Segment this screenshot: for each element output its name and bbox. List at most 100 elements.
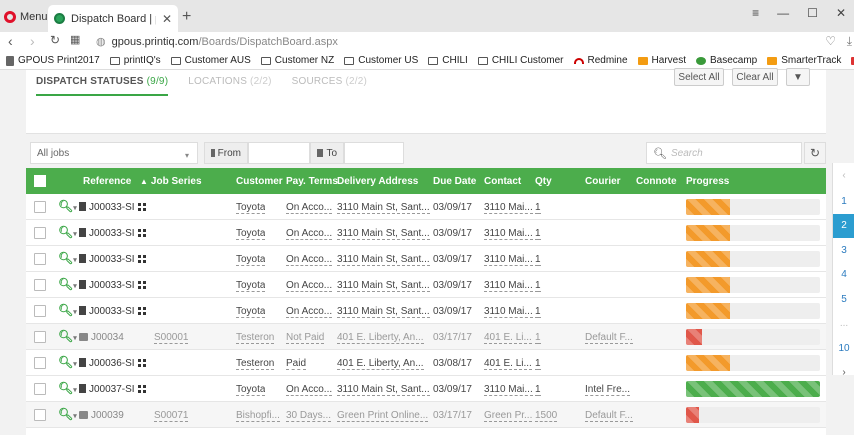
heart-icon[interactable]: ♡ xyxy=(825,34,836,48)
grid-view-icon[interactable] xyxy=(137,203,146,211)
pager-page[interactable]: 4 xyxy=(833,263,854,287)
table-row[interactable]: 🔍︎▾ J00037-SI Toyota On Acco... 3110 Main St… xyxy=(26,376,826,402)
forward-arrow-icon[interactable]: › xyxy=(30,33,35,49)
download-icon[interactable]: ⤓ xyxy=(847,34,852,49)
bookmark-item[interactable]: Basecamp xyxy=(695,55,757,66)
zoom-search-icon[interactable]: 🔍︎▾ xyxy=(58,407,77,421)
column-header-courier[interactable]: Courier xyxy=(585,176,621,187)
zoom-search-icon[interactable]: 🔍︎▾ xyxy=(58,199,77,213)
cell-delivery-address[interactable]: 3110 Main St, Sant... xyxy=(337,254,430,266)
table-row[interactable]: 🔍︎▾ J00033-SI Toyota On Acco... 3110 Main St… xyxy=(26,298,826,324)
cell-delivery-address[interactable]: 3110 Main St, Sant... xyxy=(337,228,430,240)
cell-customer[interactable]: Toyota xyxy=(236,202,266,214)
cell-delivery-address[interactable]: 401 E. Liberty, An... xyxy=(337,358,424,370)
cell-qty[interactable]: 1 xyxy=(535,254,541,266)
pager-page[interactable]: 3 xyxy=(833,238,854,262)
row-checkbox[interactable] xyxy=(34,305,46,317)
row-checkbox[interactable] xyxy=(34,227,46,239)
cell-contact[interactable]: 3110 Mai... xyxy=(484,384,533,396)
grid-view-icon[interactable] xyxy=(137,385,146,393)
bookmark-item[interactable]: Customer NZ xyxy=(260,55,334,66)
bookmark-item[interactable]: CHILI Customer xyxy=(477,55,564,66)
zoom-search-icon[interactable]: 🔍︎▾ xyxy=(58,251,77,265)
zoom-search-icon[interactable]: 🔍︎▾ xyxy=(58,329,77,343)
column-header-customer[interactable]: Customer xyxy=(236,176,283,187)
table-row[interactable]: 🔍︎▾ J00033-SI Toyota On Acco... 3110 Main St… xyxy=(26,272,826,298)
bookmark-item[interactable]: printIQ's xyxy=(109,55,161,66)
zoom-search-icon[interactable]: 🔍︎▾ xyxy=(58,225,77,239)
row-checkbox[interactable] xyxy=(34,383,46,395)
pager-page[interactable]: 2 xyxy=(833,213,854,238)
job-reference[interactable]: J00033-SI xyxy=(89,254,135,265)
cell-pay-terms[interactable]: On Acco... xyxy=(286,280,333,292)
cell-qty[interactable]: 1 xyxy=(535,332,541,344)
cell-customer[interactable]: Bishopfi... xyxy=(236,410,280,422)
column-header-delivery-address[interactable]: Delivery Address xyxy=(337,176,418,187)
cell-qty[interactable]: 1 xyxy=(535,280,541,292)
from-date-input[interactable] xyxy=(248,142,310,164)
select-all-button[interactable]: Select All xyxy=(674,68,724,86)
cell-qty[interactable]: 1 xyxy=(535,358,541,370)
cell-qty[interactable]: 1500 xyxy=(535,410,558,422)
cell-delivery-address[interactable]: 401 E. Liberty, An... xyxy=(337,332,424,344)
tab-locations[interactable]: LOCATIONS (2/2) xyxy=(188,76,271,96)
table-row[interactable]: 🔍︎▾ J00033-SI Toyota On Acco... 3110 Main St… xyxy=(26,220,826,246)
job-reference[interactable]: J00033-SI xyxy=(89,202,135,213)
pager-page[interactable]: 5 xyxy=(833,287,854,311)
row-checkbox[interactable] xyxy=(34,279,46,291)
grid-view-icon[interactable] xyxy=(137,255,146,263)
to-date-input[interactable] xyxy=(344,142,404,164)
bookmark-item[interactable]: Redmine xyxy=(573,55,628,66)
cell-customer[interactable]: Testeron xyxy=(236,358,275,370)
cell-contact[interactable]: 401 E. Li... xyxy=(484,358,532,370)
column-header-pay-terms[interactable]: Pay. Terms xyxy=(286,176,338,187)
cell-pay-terms[interactable]: On Acco... xyxy=(286,384,333,396)
cell-customer[interactable]: Toyota xyxy=(236,254,266,266)
pager-next-icon[interactable]: › xyxy=(833,361,854,385)
table-row[interactable]: 🔍︎▾ J00036-SI Testeron Paid 401 E. Liberty, … xyxy=(26,350,826,376)
zoom-search-icon[interactable]: 🔍︎▾ xyxy=(58,277,77,291)
row-checkbox[interactable] xyxy=(34,331,46,343)
browser-tab-dispatch-board[interactable]: Dispatch Board | printIQ ✕ xyxy=(48,5,178,32)
cell-delivery-address[interactable]: Green Print Online... xyxy=(337,410,429,422)
cell-courier[interactable]: Default F... xyxy=(585,332,633,344)
cell-contact[interactable]: 3110 Mai... xyxy=(484,280,533,292)
column-header-qty[interactable]: Qty xyxy=(535,176,552,187)
job-reference[interactable]: J00033-SI xyxy=(89,280,135,291)
column-header-due-date[interactable]: Due Date xyxy=(433,176,476,187)
cell-contact[interactable]: 3110 Mai... xyxy=(484,254,533,266)
pager-page[interactable]: 1 xyxy=(833,189,854,213)
speed-dial-icon[interactable]: ▦ xyxy=(70,33,80,46)
cell-contact[interactable]: 3110 Mai... xyxy=(484,202,533,214)
cell-pay-terms[interactable]: Not Paid xyxy=(286,332,325,344)
cell-delivery-address[interactable]: 3110 Main St, Sant... xyxy=(337,384,430,396)
job-reference[interactable]: J00036-SI xyxy=(89,358,135,369)
column-header-reference[interactable]: Reference xyxy=(83,176,131,187)
grid-view-icon[interactable] xyxy=(137,359,146,367)
cell-contact[interactable]: 3110 Mai... xyxy=(484,306,533,318)
cell-qty[interactable]: 1 xyxy=(535,306,541,318)
cell-job-series[interactable]: S00001 xyxy=(154,332,189,344)
table-row[interactable]: 🔍︎▾ J00033-SI Toyota On Acco... 3110 Main St… xyxy=(26,194,826,220)
table-row[interactable]: 🔍︎▾ J00039 S00071 Bishopfi... 30 Days... Gree… xyxy=(26,402,826,428)
cell-qty[interactable]: 1 xyxy=(535,202,541,214)
cell-courier[interactable]: Intel Fre... xyxy=(585,384,631,396)
url-field[interactable]: ◍ gpous.printiq.com/Boards/DispatchBoard… xyxy=(90,32,840,51)
cell-customer[interactable]: Testeron xyxy=(236,332,275,344)
job-reference[interactable]: J00033-SI xyxy=(89,306,135,317)
cell-delivery-address[interactable]: 3110 Main St, Sant... xyxy=(337,306,430,318)
column-header-job-series[interactable]: ▲ Job Series xyxy=(140,176,202,187)
select-all-checkbox[interactable] xyxy=(34,175,46,187)
tab-dispatch-statuses[interactable]: DISPATCH STATUSES (9/9) xyxy=(36,76,169,96)
reload-icon[interactable]: ↻ xyxy=(50,33,60,47)
search-input[interactable]: 🔍︎ Search xyxy=(646,142,802,164)
browser-menu-button[interactable]: Menu xyxy=(4,8,48,26)
maximize-icon[interactable]: ☐ xyxy=(807,6,818,20)
row-checkbox[interactable] xyxy=(34,409,46,421)
grid-view-icon[interactable] xyxy=(137,281,146,289)
grid-view-icon[interactable] xyxy=(137,229,146,237)
row-checkbox[interactable] xyxy=(34,253,46,265)
zoom-search-icon[interactable]: 🔍︎▾ xyxy=(58,303,77,317)
cell-courier[interactable]: Default F... xyxy=(585,410,633,422)
job-reference[interactable]: J00037-SI xyxy=(89,384,135,395)
